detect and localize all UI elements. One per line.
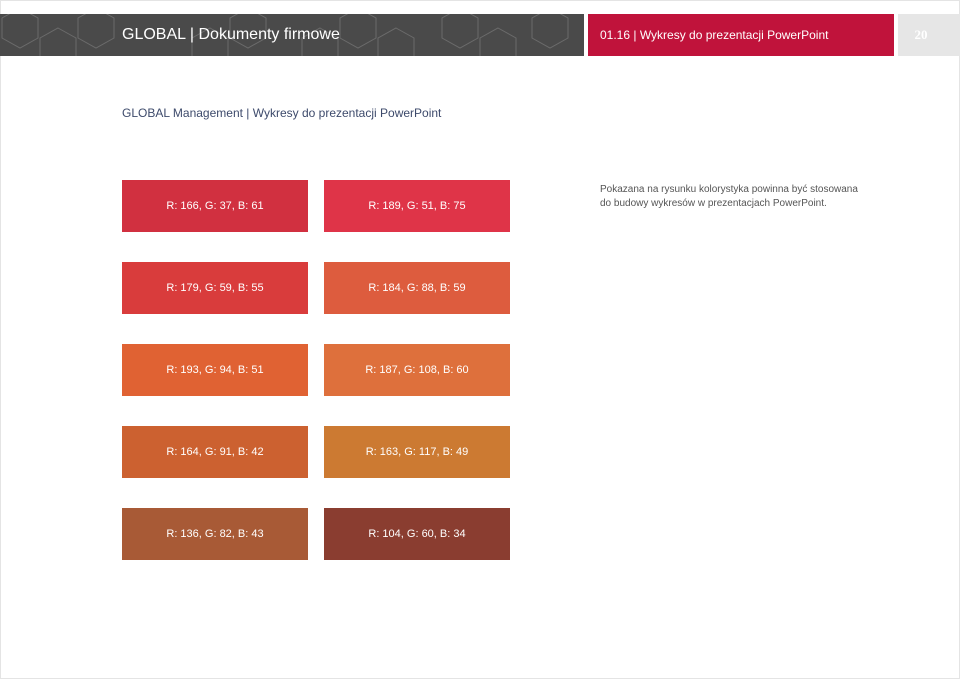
page-number-box: 20	[898, 14, 960, 56]
color-swatch: R: 164, G: 91, B: 42	[122, 426, 308, 478]
header-title: GLOBAL | Dokumenty firmowe	[122, 26, 340, 43]
color-swatch: R: 189, G: 51, B: 75	[324, 180, 510, 232]
color-swatch: R: 179, G: 59, B: 55	[122, 262, 308, 314]
note-line-1: Pokazana na rysunku kolorystyka powinna …	[600, 184, 858, 195]
color-swatch: R: 187, G: 108, B: 60	[324, 344, 510, 396]
note-line-2: do budowy wykresów w prezentacjach Power…	[600, 198, 827, 209]
color-swatch: R: 163, G: 117, B: 49	[324, 426, 510, 478]
page-number: 20	[914, 27, 928, 42]
description-note: Pokazana na rysunku kolorystyka powinna …	[600, 183, 900, 211]
color-swatch: R: 104, G: 60, B: 34	[324, 508, 510, 560]
header-subtitle: 01.16 | Wykresy do prezentacji PowerPoin…	[600, 28, 829, 42]
color-swatch: R: 136, G: 82, B: 43	[122, 508, 308, 560]
color-swatch: R: 193, G: 94, B: 51	[122, 344, 308, 396]
page-frame	[0, 0, 960, 679]
section-title: GLOBAL Management | Wykresy do prezentac…	[122, 106, 442, 120]
header-subtitle-bar: 01.16 | Wykresy do prezentacji PowerPoin…	[588, 14, 894, 56]
color-swatch: R: 166, G: 37, B: 61	[122, 180, 308, 232]
header-bar: GLOBAL | Dokumenty firmowe	[0, 14, 584, 56]
color-swatch: R: 184, G: 88, B: 59	[324, 262, 510, 314]
